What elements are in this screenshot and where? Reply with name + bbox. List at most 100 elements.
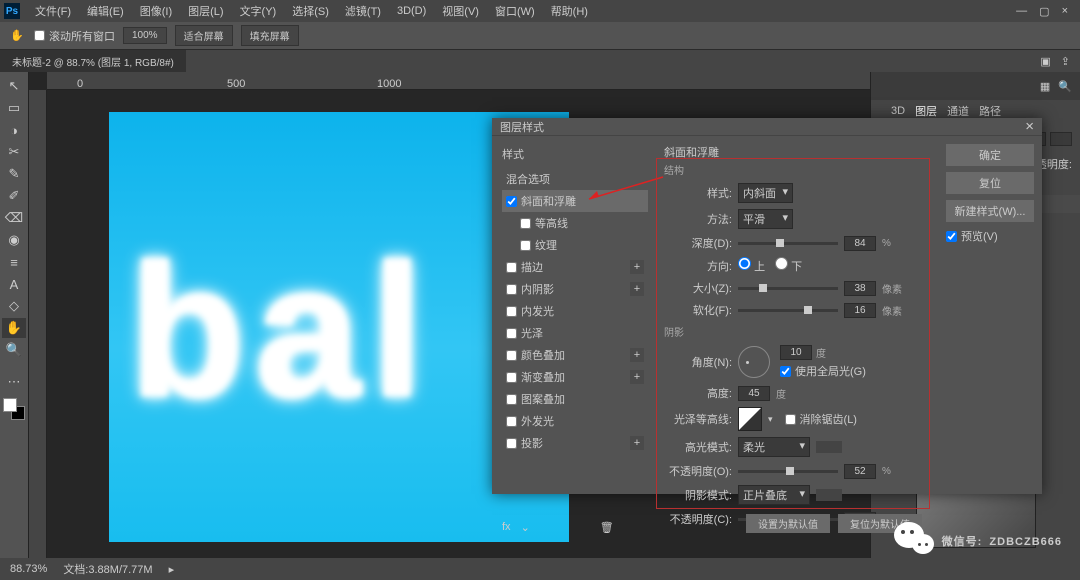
brush-tool[interactable]: ✐ (2, 186, 26, 206)
filter-pill[interactable] (1050, 132, 1072, 146)
fit-screen-button[interactable]: 适合屏幕 (175, 25, 233, 46)
document-tab[interactable]: 未标题-2 @ 88.7% (图层 1, RGB/8#) (0, 50, 186, 73)
color-swatches[interactable] (3, 398, 25, 420)
style-select[interactable]: 内斜面▾ (738, 183, 793, 203)
cancel-button[interactable]: 复位 (946, 172, 1034, 194)
add-icon[interactable]: + (630, 260, 644, 274)
menu-image[interactable]: 图像(I) (133, 0, 179, 22)
antialias-checkbox[interactable]: 消除锯齿(L) (785, 411, 857, 427)
color-panel-icon[interactable]: ▦ (1040, 80, 1050, 93)
move-tool[interactable]: ↖ (2, 76, 26, 96)
menu-3d[interactable]: 3D(D) (390, 2, 433, 20)
structure-heading: 结构 (664, 162, 930, 177)
wechat-icon (892, 516, 936, 560)
highlight-color[interactable] (816, 441, 842, 453)
pen-tool[interactable]: ≡ (2, 252, 26, 272)
search-icon[interactable]: 🔍 (1058, 80, 1072, 93)
effect-bevel[interactable]: 斜面和浮雕 (502, 190, 648, 212)
menu-help[interactable]: 帮助(H) (544, 0, 595, 22)
tab-3d[interactable]: 3D (891, 105, 905, 117)
add-icon[interactable]: + (630, 436, 644, 450)
effect-inner-shadow[interactable]: 内阴影+ (502, 278, 648, 300)
blending-options[interactable]: 混合选项 (502, 168, 648, 190)
soften-input[interactable]: 16 (844, 303, 876, 318)
effect-color-overlay[interactable]: 颜色叠加+ (502, 344, 648, 366)
maximize-icon[interactable]: ▢ (1039, 5, 1049, 18)
new-style-button[interactable]: 新建样式(W)... (946, 200, 1034, 222)
tab-paths[interactable]: 路径 (979, 103, 1001, 119)
panel-column-icons: ▦ 🔍 (871, 72, 1080, 100)
hand-tool[interactable]: ✋ (2, 318, 26, 338)
effect-inner-glow[interactable]: 内发光 (502, 300, 648, 322)
horizontal-ruler: 05001000 (47, 72, 870, 90)
arrange-icon[interactable]: ▣ (1040, 55, 1050, 68)
tab-layers[interactable]: 图层 (915, 103, 937, 119)
effect-drop-shadow[interactable]: 投影+ (502, 432, 648, 454)
highlight-mode-select[interactable]: 柔光▾ (738, 437, 810, 457)
tab-channels[interactable]: 通道 (947, 103, 969, 119)
highlight-opacity-input[interactable]: 52 (844, 464, 876, 479)
crop-tool[interactable]: ✂ (2, 142, 26, 162)
lasso-tool[interactable]: ◑ (2, 120, 26, 140)
zoom-tool[interactable]: 🔍 (2, 340, 26, 360)
chevron-icon[interactable]: ⌄ (521, 521, 530, 534)
dialog-close-icon[interactable]: × (1025, 118, 1034, 135)
status-arrow[interactable]: ▸ (169, 563, 175, 576)
menu-edit[interactable]: 编辑(E) (80, 0, 131, 22)
eraser-tool[interactable]: ⌫ (2, 208, 26, 228)
highlight-opacity-slider[interactable] (738, 470, 838, 473)
eyedropper-tool[interactable]: ✎ (2, 164, 26, 184)
fx-icon[interactable]: fx (502, 521, 511, 534)
menu-filter[interactable]: 滤镜(T) (338, 0, 388, 22)
menu-select[interactable]: 选择(S) (285, 0, 336, 22)
effect-pattern-overlay[interactable]: 图案叠加 (502, 388, 648, 410)
make-default-button[interactable]: 设置为默认值 (746, 514, 830, 533)
styles-heading[interactable]: 样式 (502, 146, 648, 162)
trash-icon[interactable]: 🗑 (600, 521, 614, 534)
share-icon[interactable]: ⇪ (1061, 55, 1070, 68)
shape-tool[interactable]: ◇ (2, 296, 26, 316)
angle-input[interactable]: 10 (780, 345, 812, 360)
more-tools[interactable]: ⋯ (2, 372, 26, 392)
minimize-icon[interactable]: — (1016, 5, 1027, 18)
method-select[interactable]: 平滑▾ (738, 209, 793, 229)
effect-satin[interactable]: 光泽 (502, 322, 648, 344)
shadow-color[interactable] (816, 489, 842, 501)
global-light-checkbox[interactable]: 使用全局光(G) (780, 363, 866, 379)
size-slider[interactable] (738, 287, 838, 290)
menu-file[interactable]: 文件(F) (28, 0, 78, 22)
effect-stroke[interactable]: 描边+ (502, 256, 648, 278)
soften-slider[interactable] (738, 309, 838, 312)
add-icon[interactable]: + (630, 282, 644, 296)
menu-view[interactable]: 视图(V) (435, 0, 486, 22)
effect-outer-glow[interactable]: 外发光 (502, 410, 648, 432)
menu-window[interactable]: 窗口(W) (488, 0, 542, 22)
altitude-input[interactable]: 45 (738, 386, 770, 401)
scroll-all-checkbox[interactable]: 滚动所有窗口 (34, 28, 115, 44)
add-icon[interactable]: + (630, 370, 644, 384)
dialog-buttons: 确定 复位 新建样式(W)... 预览(V) (938, 136, 1042, 539)
menu-type[interactable]: 文字(Y) (233, 0, 284, 22)
preview-checkbox[interactable]: 预览(V) (946, 228, 1034, 244)
fill-screen-button[interactable]: 填充屏幕 (241, 25, 299, 46)
type-tool[interactable]: A (2, 274, 26, 294)
gradient-tool[interactable]: ◉ (2, 230, 26, 250)
effect-gradient-overlay[interactable]: 渐变叠加+ (502, 366, 648, 388)
menu-layer[interactable]: 图层(L) (181, 0, 230, 22)
effect-texture[interactable]: 纹理 (502, 234, 648, 256)
ok-button[interactable]: 确定 (946, 144, 1034, 166)
effect-contour[interactable]: 等高线 (502, 212, 648, 234)
shadow-mode-select[interactable]: 正片叠底▾ (738, 485, 810, 505)
fg-color[interactable] (3, 398, 17, 412)
gloss-contour[interactable] (738, 407, 762, 431)
marquee-tool[interactable]: ▭ (2, 98, 26, 118)
size-input[interactable]: 38 (844, 281, 876, 296)
zoom-level[interactable]: 88.73% (10, 563, 47, 575)
direction-radio[interactable]: 上 下 (738, 257, 802, 274)
depth-input[interactable]: 84 (844, 236, 876, 251)
close-icon[interactable]: × (1062, 5, 1068, 18)
depth-slider[interactable] (738, 242, 838, 245)
angle-control[interactable] (738, 346, 770, 378)
zoom-preset[interactable]: 100% (123, 27, 167, 44)
add-icon[interactable]: + (630, 348, 644, 362)
